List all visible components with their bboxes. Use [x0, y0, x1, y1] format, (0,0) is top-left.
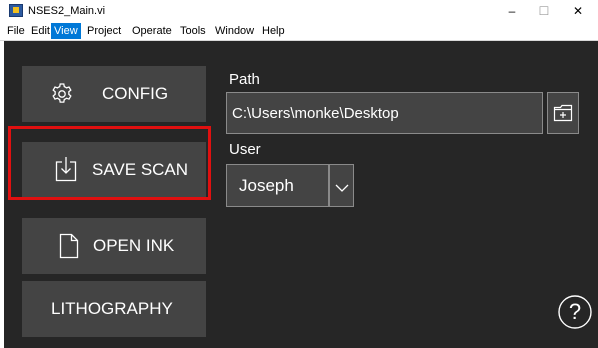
menu-bar: File Edit View Project Operate Tools Win… — [0, 22, 598, 41]
open-ink-button[interactable]: OPEN INK — [22, 218, 206, 274]
save-scan-highlight-box — [8, 126, 211, 200]
file-icon — [59, 233, 79, 264]
menu-help[interactable]: Help — [259, 23, 288, 39]
menu-tools[interactable]: Tools — [177, 23, 209, 39]
menu-file[interactable]: File — [4, 23, 28, 39]
browse-folder-button[interactable] — [547, 92, 579, 134]
menu-view[interactable]: View — [51, 23, 81, 39]
window-title: NSES2_Main.vi — [28, 5, 106, 17]
menu-operate[interactable]: Operate — [129, 23, 175, 39]
menu-edit[interactable]: Edit — [28, 23, 53, 39]
chevron-down-icon — [335, 180, 349, 198]
menu-project[interactable]: Project — [84, 23, 124, 39]
gear-icon — [50, 82, 74, 111]
path-input[interactable]: C:\Users\monke\Desktop — [226, 92, 543, 134]
user-label: User — [229, 141, 261, 158]
open-ink-button-label: OPEN INK — [93, 236, 175, 255]
config-button-label: CONFIG — [102, 84, 169, 103]
lithography-button-label: LITHOGRAPHY — [51, 299, 173, 318]
help-icon: ? — [568, 299, 582, 324]
labview-app-icon — [9, 4, 23, 17]
config-button[interactable]: CONFIG — [22, 66, 206, 122]
help-button[interactable]: ? — [557, 294, 593, 330]
close-button[interactable]: ✕ — [556, 0, 598, 22]
user-select[interactable]: Joseph — [226, 164, 329, 207]
menu-window[interactable]: Window — [212, 23, 257, 39]
folder-add-icon — [553, 103, 573, 128]
user-dropdown-button[interactable] — [329, 164, 354, 207]
path-label: Path — [229, 71, 260, 88]
title-bar: NSES2_Main.vi – ☐ ✕ — [0, 0, 598, 22]
lithography-button[interactable]: LITHOGRAPHY — [22, 281, 206, 337]
